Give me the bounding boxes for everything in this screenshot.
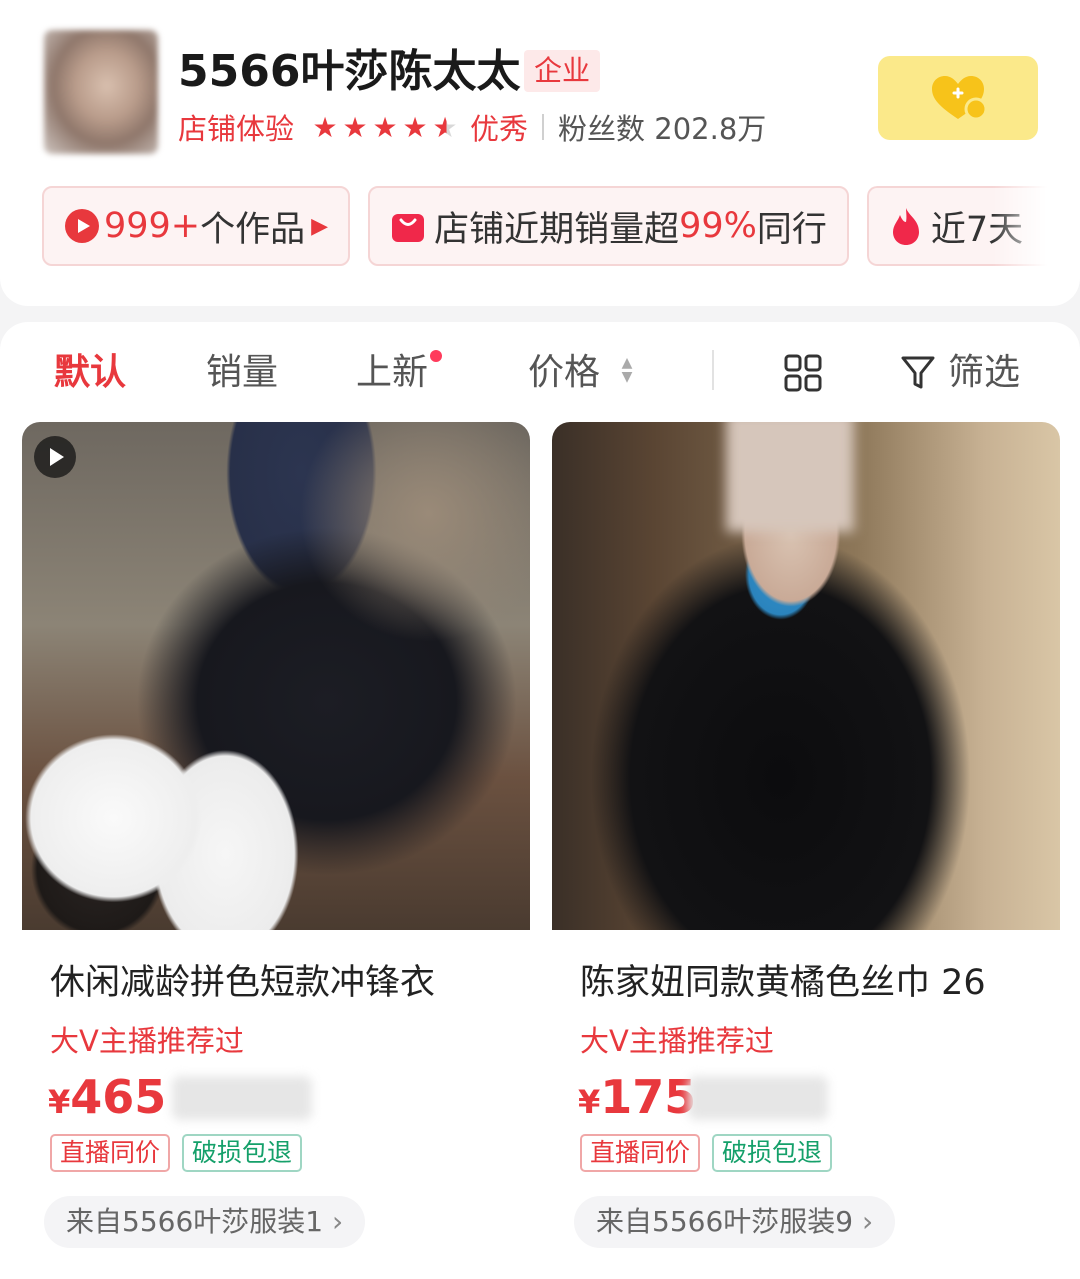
sort-arrows-icon: ▲ ▼ [621,355,633,385]
shop-experience-label: 店铺体验 [178,112,295,146]
rating-text: 优秀 [470,112,529,146]
tab-new[interactable]: 上新 [356,350,443,396]
sales-text-after: 同行 [756,209,827,250]
tab-new-label: 上新 [356,352,429,393]
product-source-link[interactable]: 来自5566叶莎服装1 › [44,1196,366,1248]
heart-plus-icon [932,76,988,121]
shop-highlights: 999+ 个作品 ▶ 店铺近期销量超 99% 同行 近7天 [42,186,1047,266]
product-card[interactable]: 休闲减龄拼色短款冲锋衣 大V主播推荐过 ¥465 直播同价 破损包退 来自556… [22,422,530,1262]
tab-price[interactable]: 价格 ▲ ▼ [528,350,632,396]
tab-default[interactable]: 默认 [54,350,126,396]
shop-meta[interactable]: 店铺体验 ★ ★ ★ ★ ★ 优秀 粉丝数 202.8万 [178,106,766,148]
tag-live-price: 直播同价 [580,1134,701,1172]
fans-count: 粉丝数 202.8万 [558,112,767,146]
play-icon [34,436,76,478]
works-count: 999+ [104,206,201,246]
price-value: 175 [600,1070,697,1124]
product-source-link[interactable]: 来自5566叶莎服装9 › [574,1196,896,1248]
tag-damage-refund: 破损包退 [712,1134,833,1172]
shop-header: 5566叶莎陈太太 企业 店铺体验 ★ ★ ★ ★ ★ 优秀 粉丝数 202.8… [0,0,1080,306]
product-title: 休闲减龄拼色短款冲锋衣 [50,963,436,1003]
product-image[interactable] [552,422,1060,930]
divider [542,114,545,140]
divider [712,350,714,390]
works-label: 个作品 [200,209,306,250]
works-pill[interactable]: 999+ 个作品 ▶ [42,186,351,266]
product-title: 陈家妞同款黄橘色丝巾 26 [580,963,986,1003]
price-value: 465 [70,1070,167,1124]
product-image[interactable] [22,422,530,930]
source-text: 来自5566叶莎服装9 [596,1205,854,1238]
follow-button[interactable] [878,56,1038,140]
sales-pill[interactable]: 店铺近期销量超 99% 同行 [368,186,849,266]
sales-text-before: 店铺近期销量超 [434,209,680,250]
currency-symbol: ¥ [48,1083,71,1121]
chevron-right-icon: › [331,1205,344,1238]
tab-price-label: 价格 [528,352,601,393]
blurred-face [726,422,854,532]
sales-highlight: 99% [679,206,757,246]
shop-avatar[interactable] [44,30,158,154]
grid-view-icon[interactable] [784,354,822,392]
product-recommend: 大V主播推荐过 [50,1024,244,1058]
filter-funnel-icon[interactable] [900,354,936,392]
star-icon: ★ [312,110,338,144]
star-icon: ★ [342,110,368,144]
star-half-icon: ★ [430,111,460,144]
trend-label: 近7天 [930,209,1024,250]
tag-live-price: 直播同价 [50,1134,171,1172]
filter-button[interactable]: 筛选 [948,350,1020,396]
flame-icon [892,208,919,245]
chevron-right-icon: ▶ [311,213,329,239]
enterprise-badge: 企业 [524,50,601,92]
product-recommend: 大V主播推荐过 [580,1024,774,1058]
blurred-original-price [688,1076,828,1120]
source-text: 来自5566叶莎服装1 [66,1205,324,1238]
new-dot-indicator [430,350,443,362]
trend-pill[interactable]: 近7天 [866,186,1047,266]
product-card[interactable]: 陈家妞同款黄橘色丝巾 26 大V主播推荐过 ¥175 直播同价 破损包退 来自5… [552,422,1060,1262]
tag-damage-refund: 破损包退 [182,1134,303,1172]
product-tags: 直播同价 破损包退 [50,1134,303,1172]
product-tags: 直播同价 破损包退 [580,1134,833,1172]
shopping-bag-icon [392,214,425,242]
product-price: ¥465 [48,1068,166,1137]
star-icon: ★ [372,110,398,144]
blurred-original-price [172,1076,312,1120]
rating-stars: ★ ★ ★ ★ ★ [310,111,460,144]
tab-sales[interactable]: 销量 [206,350,278,396]
product-price: ¥175 [578,1068,696,1137]
star-icon: ★ [402,110,428,144]
chevron-right-icon: › [861,1205,874,1238]
currency-symbol: ¥ [578,1083,601,1121]
play-circle-icon [65,209,99,243]
shop-name[interactable]: 5566叶莎陈太太 [178,44,520,100]
